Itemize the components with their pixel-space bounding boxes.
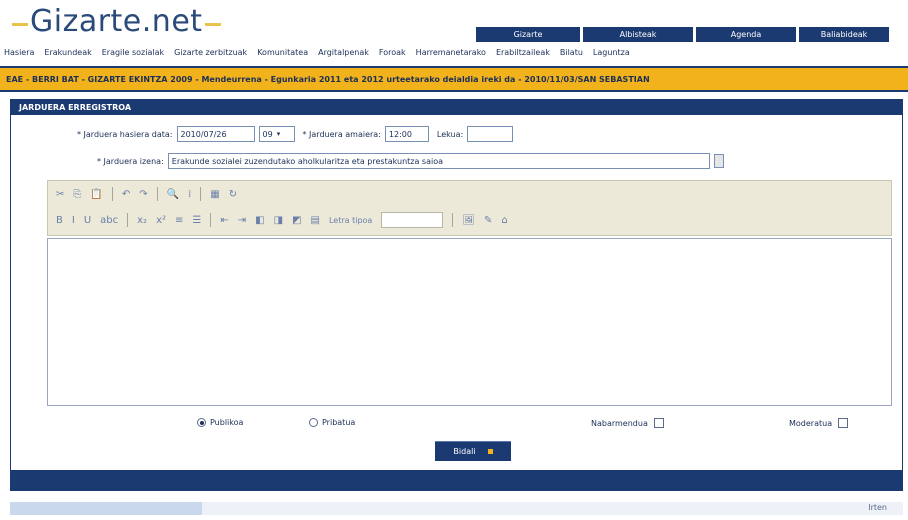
toolbar-row-1: ✂ ⎘ 📋 ↶ ↷ 🔍 ⁞ ▦ ↻ [48,181,891,207]
redo-icon[interactable]: ↷ [139,189,147,200]
panel-title: JARDUERA ERREGISTROA [11,100,902,115]
news-ticker-text: EAE - BERRI BAT - GIZARTE EKINTZA 2009 -… [6,74,650,84]
edit-html-icon[interactable]: ✎ [484,215,492,226]
rich-text-editor-area[interactable] [47,238,892,406]
replace-icon[interactable]: ⁞ [188,189,191,200]
location-label: Lekua: [436,129,464,139]
unordered-list-icon[interactable]: ☰ [192,215,201,226]
radio-private-circle[interactable] [309,418,318,427]
underline-icon[interactable]: U [84,215,91,226]
topnav-tab-gizarte[interactable]: Gizarte [476,27,580,42]
footer-bar: Irten [10,502,903,515]
italic-icon[interactable]: I [72,215,75,226]
secondary-links-bar: Hasiera Erakundeak Eragile sozialak Giza… [0,45,908,59]
activity-form-panel: JARDUERA ERREGISTROA * Jarduera hasiera … [10,99,903,491]
toolbar-separator [127,213,129,227]
toolbar-separator [200,187,202,201]
description-label: * Jarduera izena: [97,156,164,166]
featured-label: Nabarmendua [591,418,648,428]
link-eragile-sozialak[interactable]: Eragile sozialak [102,48,164,57]
location-input[interactable] [467,126,514,142]
topnav-tab-baliabideak[interactable]: Baliabideak [799,27,889,42]
toolbar-separator [452,213,454,227]
strikethrough-icon[interactable]: abc [100,215,118,226]
footer-fill [202,502,903,515]
finish-label: * Jarduera amaiera: [302,129,381,139]
news-ticker[interactable]: EAE - BERRI BAT - GIZARTE EKINTZA 2009 -… [0,66,908,92]
options-row: Publikoa Pribatua Nabarmendua Moderatua [11,418,902,434]
copy-icon[interactable]: ⎘ [73,189,81,200]
align-left-icon[interactable]: ◧ [255,215,264,226]
paste-icon[interactable]: 📋 [90,189,102,200]
toolbar-row-2: B I U abc x₂ x² ≡ ☰ ⇤ ⇥ ◧ ◨ ◩ ▤ Letra ti… [48,207,891,233]
link-laguntza[interactable]: Laguntza [593,48,630,57]
featured-checkbox-box[interactable] [653,418,664,428]
moderated-checkbox-box[interactable] [838,418,849,428]
link-gizarte-zerbitzuak[interactable]: Gizarte zerbitzuak [174,48,247,57]
finish-time-input[interactable] [384,126,429,142]
chevron-down-icon: ▾ [276,130,281,138]
indent-icon[interactable]: ⇥ [238,215,246,226]
start-date-input[interactable] [176,126,255,142]
arrow-square-icon [487,449,493,454]
superscript-icon[interactable]: x² [156,215,166,226]
radio-public-label: Publikoa [210,418,244,427]
font-family-select[interactable] [381,212,444,228]
logo-text: Gizarte.net [30,3,203,39]
bold-icon[interactable]: B [56,215,63,226]
toolbar-separator [156,187,158,201]
link-erakundeak[interactable]: Erakundeak [44,48,91,57]
link-hasiera[interactable]: Hasiera [4,48,34,57]
site-logo[interactable]: Gizarte.net [12,0,221,42]
send-button[interactable]: Bidali [435,441,511,461]
align-justify-icon[interactable]: ▤ [311,215,320,226]
radio-private[interactable]: Pribatua [309,418,355,427]
featured-checkbox[interactable]: Nabarmendua [591,418,664,428]
align-center-icon[interactable]: ◨ [274,215,283,226]
rich-text-toolbar: ✂ ⎘ 📋 ↶ ↷ 🔍 ⁞ ▦ ↻ B I U abc x₂ x² ≡ ☰ ⇤ … [47,180,892,236]
link-komunitatea[interactable]: Komunitatea [257,48,308,57]
send-button-label: Bidali [453,447,476,456]
start-hour-value: 09 [262,129,273,139]
undo-icon[interactable]: ↶ [122,189,130,200]
logout-link[interactable]: Irten [868,503,887,512]
toolbar-separator [111,187,113,201]
radio-public[interactable]: Publikoa [197,418,243,427]
topnav-tab-albisteak[interactable]: Albisteak [583,27,693,42]
anchor-icon[interactable]: ⌂ [501,215,507,226]
subscript-icon[interactable]: x₂ [137,215,147,226]
start-hour-select[interactable]: 09 ▾ [258,126,295,142]
cut-icon[interactable]: ✂ [56,189,64,200]
align-right-icon[interactable]: ◩ [292,215,301,226]
link-foroak[interactable]: Foroak [379,48,406,57]
radio-public-circle[interactable] [197,418,206,427]
font-family-label: Letra tipoa [328,215,373,225]
table-icon[interactable]: ▦ [210,189,219,200]
top-navigation: Gizarte Albisteak Agenda Baliabideak [476,27,889,42]
refresh-icon[interactable]: ↻ [229,189,237,200]
moderated-checkbox[interactable]: Moderatua [789,418,849,428]
radio-private-label: Pribatua [322,418,356,427]
outdent-icon[interactable]: ⇤ [220,215,228,226]
logo-dash-right [204,22,221,26]
link-argitalpenak[interactable]: Argitalpenak [318,48,369,57]
moderated-label: Moderatua [789,418,833,428]
link-bilatu[interactable]: Bilatu [560,48,583,57]
date-label: * Jarduera hasiera data: [77,129,173,139]
ordered-list-icon[interactable]: ≡ [175,215,183,226]
description-row: * Jarduera izena: [97,153,724,169]
activity-name-input[interactable] [167,153,710,169]
panel-bottom-bar [11,470,902,490]
date-row: * Jarduera hasiera data: 09 ▾ * Jarduera… [77,126,514,142]
logo-dash-left [12,22,28,26]
find-icon[interactable]: 🔍 [167,189,179,200]
link-harremanetarako[interactable]: Harremanetarako [416,48,486,57]
footer-light-block [10,502,202,515]
image-icon[interactable]: 🖼 [462,215,475,226]
toolbar-separator [210,213,212,227]
topnav-tab-agenda[interactable]: Agenda [696,27,796,42]
radio-selected-dot [199,420,204,425]
link-erabiltzaileak[interactable]: Erabiltzaileak [496,48,550,57]
activity-name-scroll[interactable] [713,154,724,168]
